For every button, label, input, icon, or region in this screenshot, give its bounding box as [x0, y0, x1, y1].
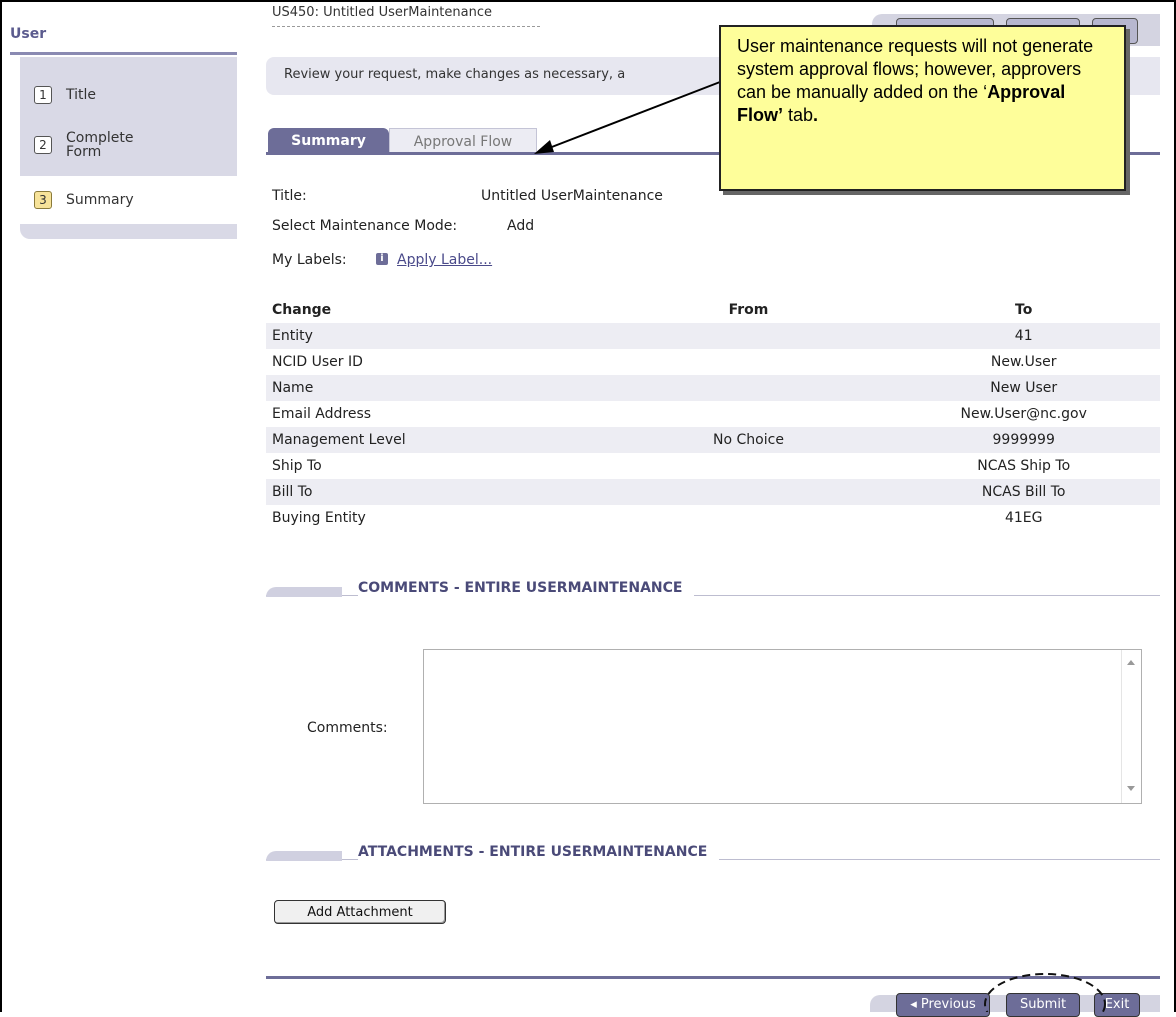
step-label: Title	[66, 87, 97, 103]
sidebar-title: User	[10, 26, 47, 42]
callout-period: .	[813, 105, 819, 125]
column-header-from: From	[728, 302, 769, 318]
comments-section-title: COMMENTS - ENTIRE USERMAINTENANCE	[358, 580, 695, 596]
sidebar-divider	[10, 52, 237, 55]
cell-to: NCAS Bill To	[887, 479, 1160, 505]
maintenance-mode-value: Add	[507, 218, 535, 234]
section-tab-decoration	[266, 851, 342, 861]
cell-from: No Choice	[609, 427, 888, 453]
table-row: Ship To NCAS Ship To	[266, 453, 1160, 479]
step-number-badge: 1	[34, 86, 52, 104]
callout-text-end: tab	[783, 105, 814, 125]
table-row: Email Address New.User@nc.gov	[266, 401, 1160, 427]
comments-scrollbar[interactable]	[1121, 650, 1141, 803]
submit-highlight-ellipse	[984, 973, 1106, 1012]
section-tab-decoration	[266, 587, 342, 597]
my-labels-label: My Labels:	[272, 252, 347, 268]
add-attachment-button[interactable]: Add Attachment	[274, 900, 446, 924]
cell-from	[609, 479, 888, 505]
info-icon[interactable]: i	[376, 253, 388, 265]
step-label: Complete Form	[66, 130, 134, 160]
step-label: Summary	[66, 192, 134, 208]
changes-table: Change From To Entity 41 NCID User ID Ne…	[266, 297, 1160, 531]
cell-from	[610, 505, 888, 531]
cell-change: Bill To	[266, 479, 610, 505]
step-title[interactable]: 1 Title	[20, 75, 237, 115]
title-field-value: Untitled UserMaintenance	[481, 188, 663, 204]
callout-arrow	[534, 81, 721, 154]
table-row: Bill To NCAS Bill To	[266, 479, 1160, 505]
cell-from	[610, 401, 888, 427]
cell-to: NCAS Ship To	[977, 458, 1071, 474]
table-row: Entity 41	[266, 323, 1160, 349]
step-number-badge: 3	[34, 191, 52, 209]
scroll-down-arrow-icon[interactable]	[1127, 786, 1135, 791]
frame-left-border	[0, 0, 2, 1012]
cell-from	[610, 349, 888, 375]
step-number-badge: 2	[34, 136, 52, 154]
comments-label: Comments:	[307, 720, 388, 736]
cell-to: 41	[887, 323, 1160, 349]
cell-to: New User	[887, 375, 1160, 401]
cell-change: Name	[266, 375, 610, 401]
cell-change: NCID User ID	[272, 354, 363, 370]
table-row: Name New User	[266, 375, 1160, 401]
table-row: Buying Entity 41EG	[266, 505, 1160, 531]
title-field-label: Title:	[272, 188, 307, 204]
apply-label-link[interactable]: Apply Label...	[397, 252, 492, 268]
cell-from	[610, 453, 888, 479]
table-row: NCID User ID New.User	[266, 349, 1160, 375]
cell-change: Management Level	[266, 427, 610, 453]
column-header-to: To	[1015, 302, 1033, 318]
cell-to: New.User	[990, 354, 1057, 370]
cell-from	[609, 323, 888, 349]
tab-summary[interactable]: Summary	[268, 128, 389, 155]
column-header-change: Change	[272, 302, 332, 318]
attachments-section-title: ATTACHMENTS - ENTIRE USERMAINTENANCE	[358, 844, 720, 860]
frame-top-border	[0, 0, 1176, 2]
cell-to: New.User@nc.gov	[960, 406, 1087, 422]
sidebar-steps: 1 Title 2 Complete Form 3 Summary	[20, 57, 237, 239]
annotation-callout: User maintenance requests will not gener…	[719, 25, 1126, 191]
step-complete-form[interactable]: 2 Complete Form	[20, 125, 237, 165]
cell-to: 9999999	[887, 427, 1160, 453]
cell-change: Ship To	[272, 458, 322, 474]
request-title: US450: Untitled UserMaintenance	[272, 5, 540, 27]
attachments-section-header: ATTACHMENTS - ENTIRE USERMAINTENANCE	[266, 844, 1160, 863]
table-header-row: Change From To	[266, 297, 1160, 323]
cell-to: 41EG	[1004, 510, 1043, 526]
cell-change: Buying Entity	[272, 510, 366, 526]
tab-approval-flow[interactable]: Approval Flow	[389, 128, 537, 154]
comments-textarea[interactable]	[423, 649, 1142, 804]
scroll-up-arrow-icon[interactable]	[1127, 660, 1135, 665]
maintenance-mode-label: Select Maintenance Mode:	[272, 218, 458, 234]
cell-change: Email Address	[272, 406, 372, 422]
cell-change: Entity	[266, 323, 610, 349]
cell-from	[609, 375, 888, 401]
table-row: Management Level No Choice 9999999	[266, 427, 1160, 453]
step-summary[interactable]: 3 Summary	[20, 176, 237, 224]
comments-section-header: COMMENTS - ENTIRE USERMAINTENANCE	[266, 580, 1160, 599]
previous-button[interactable]: ◂ Previous	[896, 993, 990, 1017]
